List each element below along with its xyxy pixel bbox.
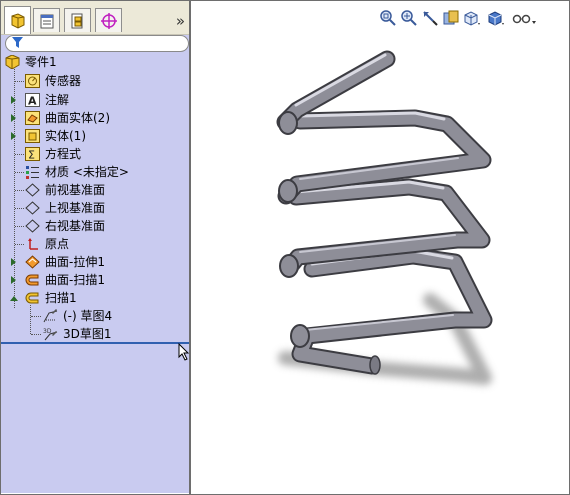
solid-bodies-icon	[25, 129, 40, 143]
sweep-icon	[25, 292, 39, 304]
tree-connector	[14, 69, 15, 308]
tree-item-label: (-) 草图4	[63, 309, 113, 323]
tab-configurationmanager[interactable]	[64, 8, 91, 32]
sweep-tube-model[interactable]	[276, 50, 493, 375]
tree-item-label: 右视基准面	[45, 219, 106, 233]
part-icon	[5, 55, 20, 69]
sketch-icon	[43, 309, 58, 323]
expand-arrow-icon[interactable]	[11, 96, 16, 104]
tree-item-label: 实体(1)	[45, 129, 86, 143]
surface-sweep-icon	[25, 274, 39, 286]
tab-dimxpert[interactable]	[95, 8, 122, 32]
tree-root-label: 零件1	[25, 55, 57, 69]
expand-arrow-icon[interactable]	[11, 276, 16, 284]
expand-arrow-icon[interactable]	[11, 258, 16, 266]
rollback-bar[interactable]	[1, 342, 189, 344]
mouse-cursor-icon	[178, 343, 190, 361]
sensor-icon	[25, 74, 40, 88]
tree-item-label: 曲面-扫描1	[45, 273, 105, 287]
tab-featuremanager[interactable]	[4, 6, 31, 34]
tree-item-label: 材质 <未指定>	[45, 165, 129, 179]
graphics-viewport[interactable]	[191, 1, 568, 494]
tree-item-label: 上视基准面	[45, 201, 106, 215]
tree-item-label: 前视基准面	[45, 183, 106, 197]
tree-item-label: 原点	[45, 237, 70, 251]
expand-arrow-icon[interactable]	[11, 114, 16, 122]
tree-item-label: 方程式	[45, 147, 82, 161]
surface-extrude-icon	[25, 255, 40, 269]
featuremanager-icon	[11, 12, 24, 29]
annotation-icon: A	[25, 93, 40, 107]
tree-item-label: 传感器	[45, 74, 82, 88]
collapse-arrow-icon[interactable]	[10, 296, 18, 301]
filter-icon	[12, 37, 23, 48]
plane-icon	[25, 183, 40, 197]
tree-item-label: 3D草图1	[63, 327, 112, 341]
tree-item-label: 注解	[45, 93, 70, 107]
equation-icon: Σ	[25, 147, 40, 161]
tree-item-label: 曲面实体(2)	[45, 111, 110, 125]
panel-tab-bar: »	[1, 1, 189, 35]
expand-arrow-icon[interactable]	[11, 132, 16, 140]
feature-manager-panel: » 零件1 传感器 A 注解 曲面实体(2) 实体(1) Σ 方程式 材质 <未…	[1, 1, 189, 493]
configurationmanager-icon	[71, 13, 82, 28]
tree-connector	[30, 305, 31, 334]
tab-propertymanager[interactable]	[33, 8, 60, 32]
model-view	[276, 50, 493, 385]
origin-icon	[28, 238, 38, 250]
plane-icon	[25, 219, 40, 233]
tree-item-label: 曲面-拉伸1	[45, 255, 105, 269]
svg-text:A: A	[28, 95, 37, 108]
tree-filter-field[interactable]	[5, 35, 189, 52]
tree-item-label: 扫描1	[45, 291, 77, 305]
propertymanager-icon	[40, 14, 53, 28]
3d-sketch-icon: 3D	[43, 328, 58, 341]
dimxpert-icon	[100, 12, 117, 29]
plane-icon	[25, 201, 40, 215]
material-icon	[26, 166, 39, 179]
collapse-panel-button[interactable]: »	[176, 12, 185, 30]
surface-bodies-icon	[25, 111, 40, 125]
svg-text:Σ: Σ	[28, 149, 35, 162]
